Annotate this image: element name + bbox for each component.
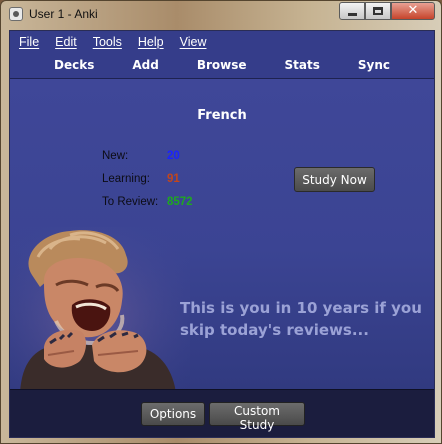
- deck-title: French: [197, 108, 247, 123]
- menu-file[interactable]: File: [19, 35, 39, 49]
- toolbar-links: Decks Add Browse Stats Sync: [10, 52, 434, 79]
- deck-stats: New: 20 Learning: 91 To Review: 8572: [102, 150, 193, 219]
- stats-link[interactable]: Stats: [285, 58, 320, 72]
- maximize-button[interactable]: [365, 2, 391, 20]
- options-button[interactable]: Options: [141, 402, 205, 426]
- anki-window: User 1 - Anki ✕ File Edit Tools Help Vie…: [0, 0, 442, 444]
- main-client-area: File Edit Tools Help View Decks Add Brow…: [9, 30, 435, 438]
- maximize-icon: [373, 7, 383, 15]
- minimize-icon: [348, 13, 357, 16]
- stat-review-row: To Review: 8572: [102, 196, 193, 219]
- custom-study-button[interactable]: Custom Study: [209, 402, 305, 432]
- anki-app-icon[interactable]: [9, 7, 23, 21]
- deck-overview: French New: 20 Learning: 91 To Review: 8…: [10, 79, 434, 393]
- menu-view[interactable]: View: [180, 35, 207, 49]
- shouting-man-image: [10, 227, 190, 393]
- menu-tools[interactable]: Tools: [93, 35, 122, 49]
- stat-review-count: 8572: [167, 196, 193, 208]
- close-button[interactable]: ✕: [391, 2, 435, 20]
- minimize-button[interactable]: [339, 2, 365, 20]
- decks-link[interactable]: Decks: [54, 58, 94, 72]
- stat-new-label: New:: [102, 150, 129, 162]
- sync-link[interactable]: Sync: [358, 58, 390, 72]
- stat-learning-count: 91: [167, 173, 180, 185]
- menu-help[interactable]: Help: [138, 35, 164, 49]
- title-bar[interactable]: User 1 - Anki ✕: [1, 1, 441, 29]
- stat-learning-label: Learning:: [102, 173, 150, 185]
- menu-edit[interactable]: Edit: [55, 35, 77, 49]
- stat-new-count: 20: [167, 150, 180, 162]
- stat-learning-row: Learning: 91: [102, 173, 193, 196]
- stat-new-row: New: 20: [102, 150, 193, 173]
- add-link[interactable]: Add: [132, 58, 158, 72]
- browse-link[interactable]: Browse: [197, 58, 247, 72]
- bottom-bar: Options Custom Study: [10, 389, 434, 437]
- window-controls: ✕: [339, 2, 435, 21]
- window-title: User 1 - Anki: [29, 7, 98, 21]
- study-now-button[interactable]: Study Now: [294, 167, 375, 192]
- motivation-message: This is you in 10 years if you skip toda…: [180, 299, 422, 339]
- stat-review-label: To Review:: [102, 196, 159, 208]
- menu-bar: File Edit Tools Help View: [10, 31, 434, 52]
- close-icon: ✕: [407, 3, 419, 18]
